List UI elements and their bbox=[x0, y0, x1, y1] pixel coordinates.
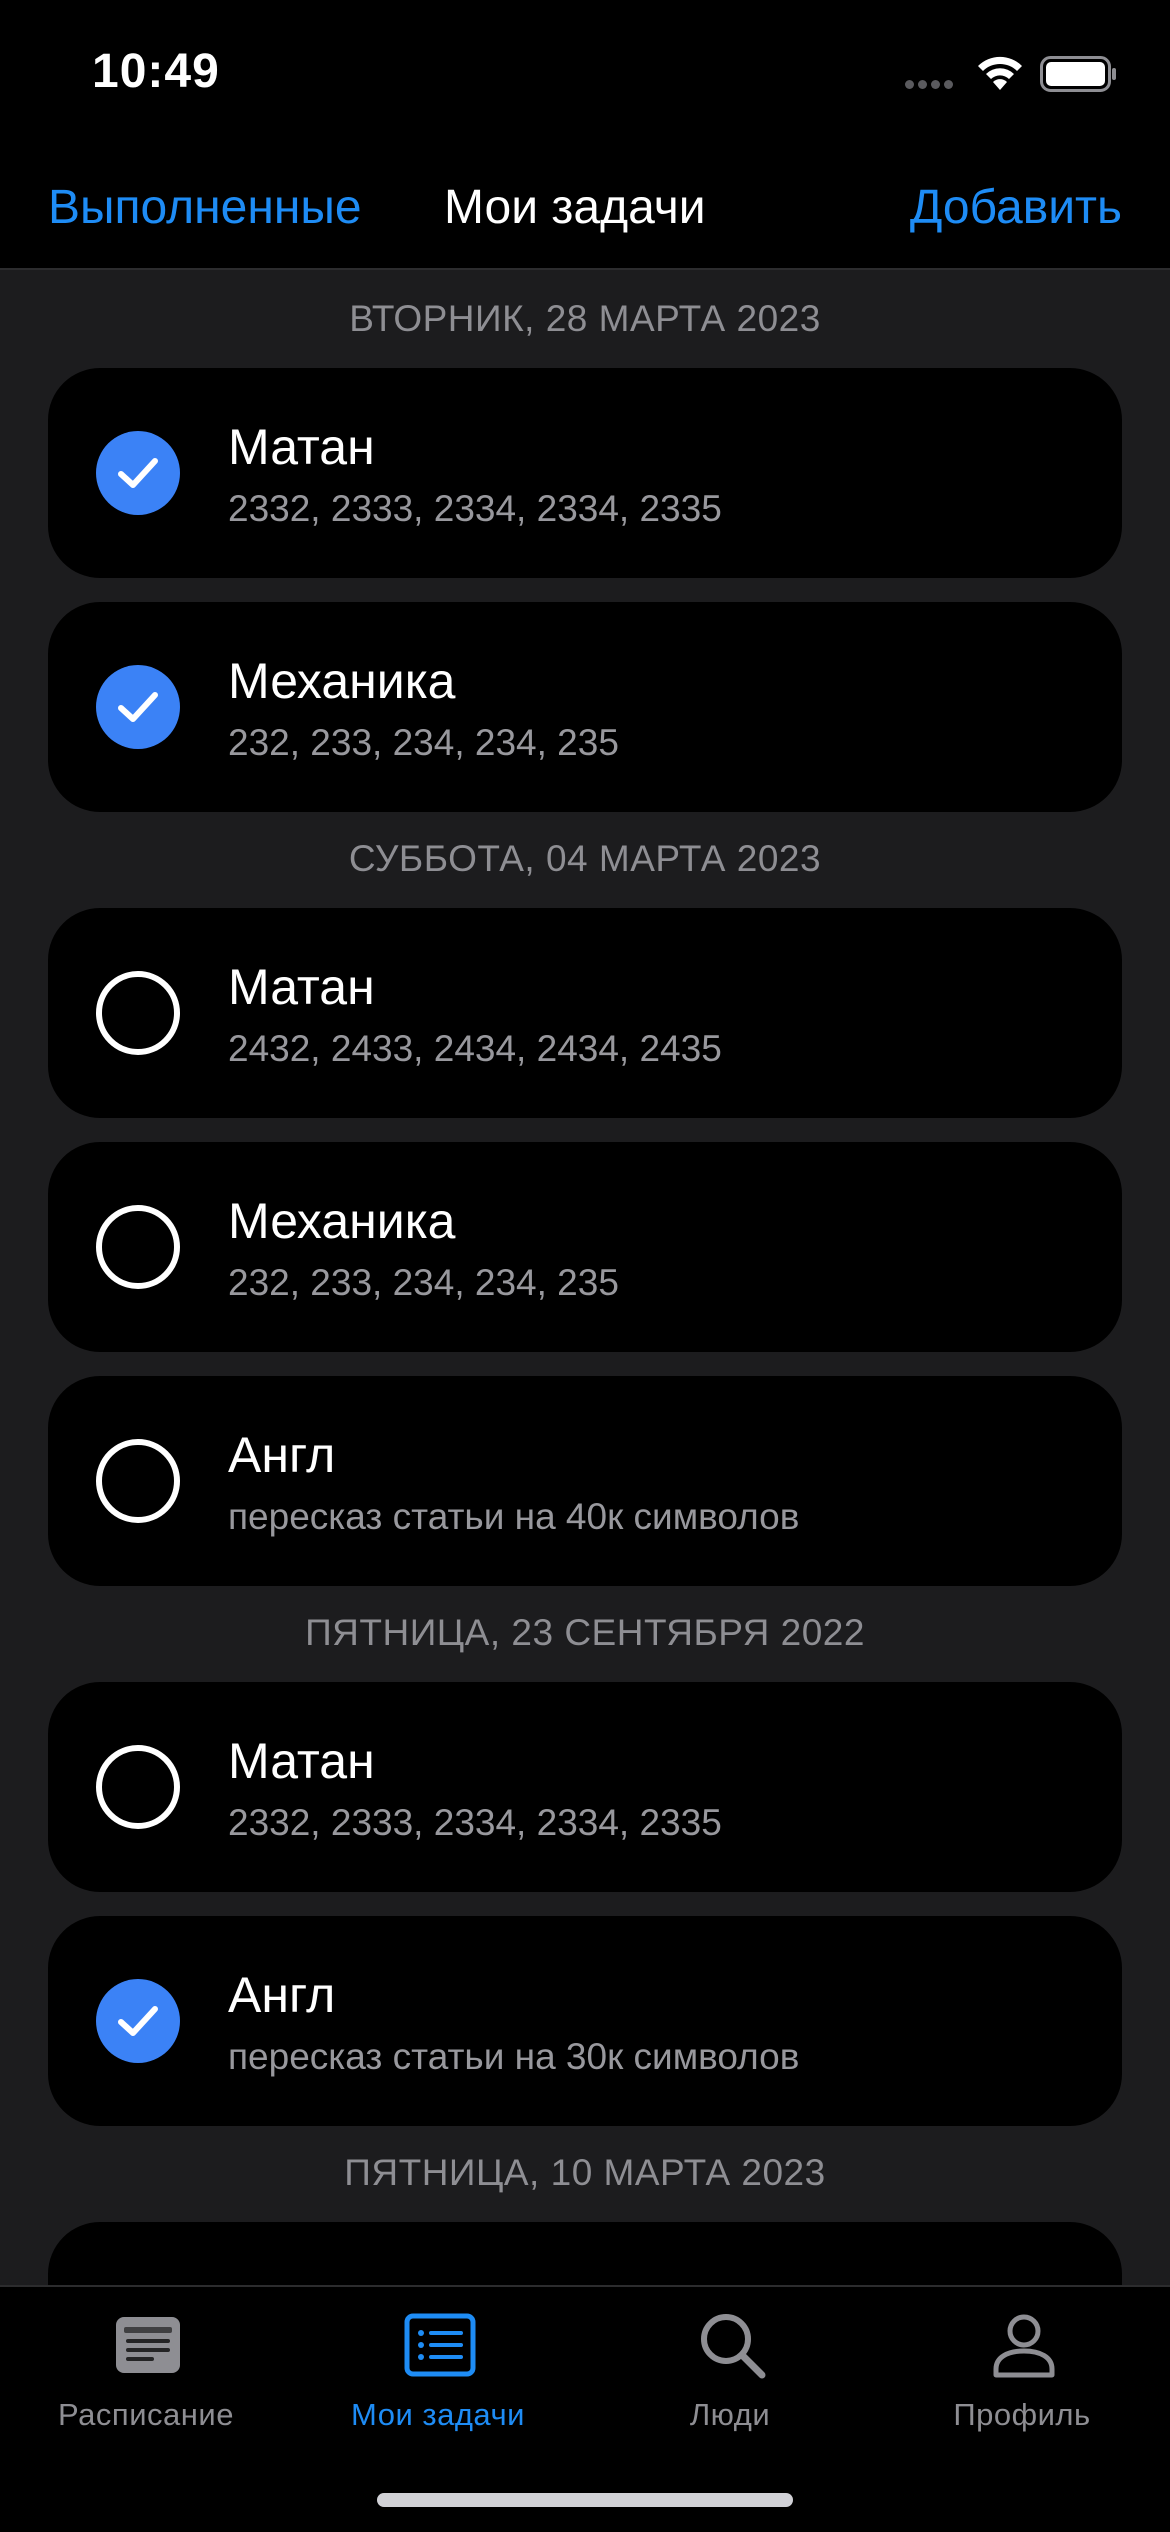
tab-label: Профиль bbox=[953, 2397, 1091, 2432]
task-title: Англ bbox=[228, 1427, 336, 1483]
section-header: ПЯТНИЦА, 23 СЕНТЯБРЯ 2022 bbox=[305, 1612, 865, 1653]
status-bar: 10:49 bbox=[0, 0, 1170, 150]
task-row[interactable]: Матан 2432, 2433, 2434, 2434, 2435 bbox=[48, 908, 1122, 1118]
task-checkbox-checked[interactable] bbox=[96, 431, 180, 515]
tab-schedule[interactable]: Расписание bbox=[0, 2287, 292, 2487]
task-checkbox-unchecked[interactable] bbox=[96, 971, 180, 1055]
task-row-partial[interactable] bbox=[48, 2222, 1122, 2285]
task-subtitle: 2332, 2333, 2334, 2334, 2335 bbox=[228, 488, 722, 529]
navigation-bar: Выполненные Мои задачи Добавить bbox=[0, 150, 1170, 270]
section-header: СУББОТА, 04 МАРТА 2023 bbox=[348, 838, 822, 879]
profile-icon bbox=[993, 2314, 1055, 2378]
task-list[interactable]: ВТОРНИК, 28 МАРТА 2023 Матан 2332, 2333,… bbox=[0, 270, 1170, 2285]
task-checkbox-checked[interactable] bbox=[96, 665, 180, 749]
battery-icon bbox=[1040, 56, 1116, 92]
task-row[interactable]: Матан 2332, 2333, 2334, 2334, 2335 bbox=[48, 1682, 1122, 1892]
section-header: ПЯТНИЦА, 10 МАРТА 2023 bbox=[344, 2152, 826, 2193]
app-screen: 10:49 Выполненные Мои задачи Добавить ВТ… bbox=[0, 0, 1170, 2532]
status-time: 10:49 bbox=[92, 45, 220, 98]
task-subtitle: пересказ статьи на 40к символов bbox=[228, 1496, 800, 1537]
task-row[interactable]: Матан 2332, 2333, 2334, 2334, 2335 bbox=[48, 368, 1122, 578]
home-indicator[interactable] bbox=[377, 2493, 793, 2507]
task-row[interactable]: Англ пересказ статьи на 30к символов bbox=[48, 1916, 1122, 2126]
task-checkbox-unchecked[interactable] bbox=[96, 1745, 180, 1829]
task-row[interactable]: Англ пересказ статьи на 40к символов bbox=[48, 1376, 1122, 1586]
schedule-icon bbox=[116, 2317, 180, 2373]
task-subtitle: пересказ статьи на 30к символов bbox=[228, 2036, 800, 2077]
signal-dots-icon bbox=[905, 80, 957, 90]
task-subtitle: 232, 233, 234, 234, 235 bbox=[228, 722, 619, 763]
tab-my-tasks[interactable]: Мои задачи bbox=[292, 2287, 584, 2487]
completed-button[interactable]: Выполненные bbox=[48, 180, 362, 235]
section-header: ВТОРНИК, 28 МАРТА 2023 bbox=[349, 298, 821, 339]
checkmark-icon bbox=[118, 458, 158, 488]
page-title: Мои задачи bbox=[444, 181, 706, 234]
wifi-icon bbox=[978, 56, 1022, 90]
tab-people[interactable]: Люди bbox=[584, 2287, 876, 2487]
task-checkbox-checked[interactable] bbox=[96, 1979, 180, 2063]
task-title: Матан bbox=[228, 1733, 375, 1789]
tab-label: Люди bbox=[689, 2397, 771, 2432]
task-title: Механика bbox=[228, 1193, 456, 1249]
task-row[interactable]: Механика 232, 233, 234, 234, 235 bbox=[48, 602, 1122, 812]
task-row[interactable]: Механика 232, 233, 234, 234, 235 bbox=[48, 1142, 1122, 1352]
task-subtitle: 2432, 2433, 2434, 2434, 2435 bbox=[228, 1028, 722, 1069]
checkmark-icon bbox=[118, 2006, 158, 2036]
task-title: Матан bbox=[228, 419, 375, 475]
add-button[interactable]: Добавить bbox=[910, 180, 1122, 235]
tab-label: Расписание bbox=[58, 2397, 234, 2432]
task-title: Механика bbox=[228, 653, 456, 709]
tasks-list-icon bbox=[404, 2313, 476, 2377]
task-title: Матан bbox=[228, 959, 375, 1015]
tab-profile[interactable]: Профиль bbox=[876, 2287, 1168, 2487]
task-title: Англ bbox=[228, 1967, 336, 2023]
search-icon bbox=[701, 2314, 766, 2379]
task-subtitle: 2332, 2333, 2334, 2334, 2335 bbox=[228, 1802, 722, 1843]
checkmark-icon bbox=[118, 692, 158, 722]
task-subtitle: 232, 233, 234, 234, 235 bbox=[228, 1262, 619, 1303]
task-checkbox-unchecked[interactable] bbox=[96, 1205, 180, 1289]
tab-label: Мои задачи bbox=[351, 2397, 525, 2432]
task-checkbox-unchecked[interactable] bbox=[96, 1439, 180, 1523]
